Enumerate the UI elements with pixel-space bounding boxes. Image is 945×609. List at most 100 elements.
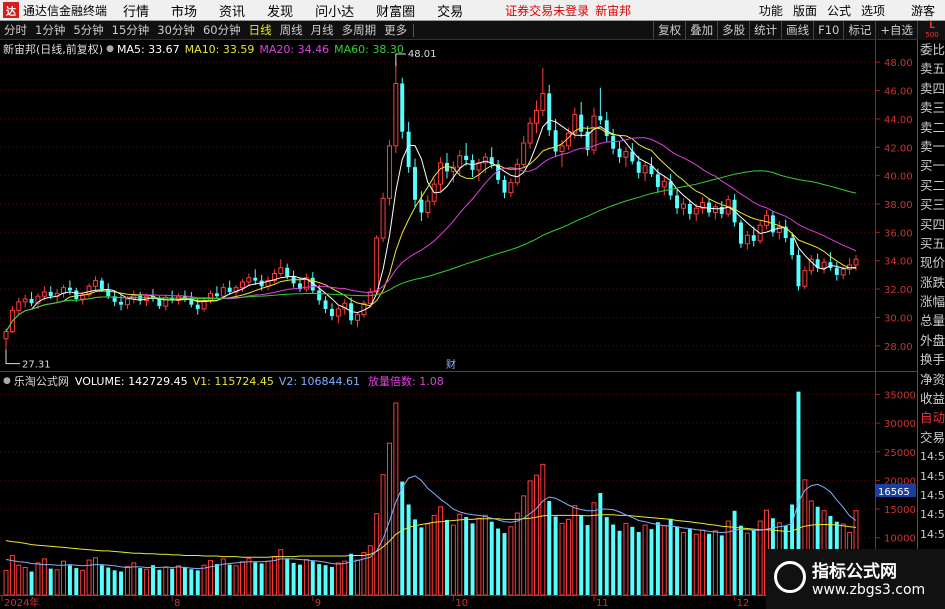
quote-row[interactable]: 现价: [918, 253, 945, 272]
menu-item-caifuquan[interactable]: 财富圈: [376, 1, 415, 20]
volume-bar-up: [335, 562, 341, 596]
period-30min[interactable]: 30分钟: [153, 22, 199, 38]
period-toolbar: 分时 1分钟 5分钟 15分钟 30分钟 60分钟 日线 周线 月线 多周期 更…: [0, 15, 945, 45]
period-weekly[interactable]: 周线: [276, 22, 307, 38]
candle-body-down: [598, 116, 603, 121]
candle-body-down: [655, 174, 660, 187]
menu-item-zixun[interactable]: 资讯: [219, 1, 245, 20]
period-1min[interactable]: 1分钟: [31, 22, 69, 38]
quote-row[interactable]: 收益: [918, 389, 945, 408]
stock-name-title: 新宙邦: [595, 3, 632, 18]
quote-row[interactable]: 总量: [918, 311, 945, 330]
f10-button[interactable]: F10: [813, 21, 843, 39]
price-tick-label: 30.00: [884, 313, 913, 324]
candle-body-down: [157, 299, 162, 307]
quote-row[interactable]: 委比: [918, 40, 945, 59]
menu-item-hangqing[interactable]: 行情: [123, 1, 149, 20]
quote-row[interactable]: 卖三: [918, 98, 945, 117]
date-label: 2024年: [4, 596, 39, 609]
fuquan-button[interactable]: 复权: [653, 21, 685, 39]
quote-row[interactable]: 买三: [918, 195, 945, 214]
tongji-button[interactable]: 统计: [749, 21, 781, 39]
menu-item-faxian[interactable]: 发现: [267, 1, 293, 20]
quote-row[interactable]: 自动: [918, 408, 945, 427]
candle-body-up: [457, 155, 463, 168]
period-60min[interactable]: 60分钟: [199, 22, 245, 38]
candle-body-down: [29, 299, 34, 304]
quote-row[interactable]: 买二: [918, 176, 945, 195]
volume-bar-down: [317, 564, 322, 595]
period-15min[interactable]: 15分钟: [108, 22, 154, 38]
candle-body-down: [253, 277, 258, 281]
quote-row[interactable]: 14:56: [918, 447, 945, 466]
quote-row[interactable]: 外盘: [918, 331, 945, 350]
period-multi[interactable]: 多周期: [338, 22, 381, 38]
quote-row[interactable]: 14:56: [918, 467, 945, 486]
volume-bar-down: [611, 524, 616, 595]
candle-body-down: [48, 291, 53, 297]
menu-item-banmian[interactable]: 版面: [793, 2, 817, 19]
quote-row[interactable]: 交易: [918, 428, 945, 447]
quote-row[interactable]: 卖一: [918, 137, 945, 156]
volume-bar-up: [374, 513, 380, 596]
volume-bar-down: [444, 519, 449, 595]
period-monthly[interactable]: 月线: [307, 22, 338, 38]
quote-row[interactable]: 买一: [918, 156, 945, 175]
quote-row[interactable]: 买五: [918, 234, 945, 253]
candle-body-up: [533, 109, 539, 124]
candle-body-up: [355, 314, 360, 321]
quote-row[interactable]: 14:56: [918, 525, 945, 544]
trade-login-warning[interactable]: 证券交易未登录: [505, 2, 589, 19]
quote-row[interactable]: 14:56: [918, 505, 945, 524]
volume-bar-up: [425, 523, 431, 596]
volume-bar-down: [419, 527, 424, 595]
quote-row[interactable]: 卖二: [918, 118, 945, 137]
volume-bar-down: [170, 568, 175, 595]
candle-body-up: [41, 291, 47, 297]
duogu-button[interactable]: 多股: [717, 21, 749, 39]
volume-bar-up: [265, 560, 271, 596]
kline-chart[interactable]: 48.00 46.00 44.00 42.00 40.00 38.00 36.00 34.00…: [0, 40, 917, 609]
candle-body-down: [214, 293, 219, 297]
volume-bar-up: [533, 474, 539, 596]
volume-bar-up: [700, 529, 706, 596]
diejia-button[interactable]: 叠加: [685, 21, 717, 39]
volume-bar-up: [540, 463, 546, 596]
period-daily[interactable]: 日线: [245, 22, 276, 38]
quote-row[interactable]: 净资: [918, 370, 945, 389]
volume-bar-up: [527, 480, 533, 596]
candle-body-up: [514, 163, 520, 184]
candle-body-up: [540, 92, 546, 111]
quote-row[interactable]: 卖五: [918, 59, 945, 78]
volume-bar-up: [661, 525, 667, 596]
volume-bar-up: [572, 505, 578, 596]
period-5min[interactable]: 5分钟: [69, 22, 107, 38]
huaxian-button[interactable]: 画线: [781, 21, 813, 39]
volume-bar-up: [303, 558, 309, 596]
quote-row[interactable]: 换手: [918, 350, 945, 369]
menu-item-gongneng[interactable]: 功能: [759, 2, 783, 19]
add-favorite-button[interactable]: +自选: [875, 21, 917, 39]
quote-row[interactable]: 14:56: [918, 486, 945, 505]
candle-body-down: [828, 262, 833, 268]
quote-depth-toggle[interactable]: L 500: [918, 21, 945, 40]
price-tick-label: 44.00: [884, 115, 913, 126]
quote-row[interactable]: 买四: [918, 215, 945, 234]
quote-row[interactable]: 涨幅: [918, 292, 945, 311]
period-more[interactable]: 更多: [380, 22, 411, 38]
period-fenshi[interactable]: 分时: [0, 22, 31, 38]
volume-bar-down: [470, 523, 475, 595]
finance-event-marker[interactable]: 财: [446, 358, 456, 371]
quote-row[interactable]: 涨跌: [918, 273, 945, 292]
menu-item-gongshi[interactable]: 公式: [827, 2, 851, 19]
volume-tick-label: 15000: [884, 505, 916, 516]
candle-body-up: [642, 165, 648, 174]
candle-body-down: [617, 148, 622, 158]
quote-row[interactable]: 卖四: [918, 79, 945, 98]
menu-item-shichang[interactable]: 市场: [171, 1, 197, 20]
menu-item-wenxiaoda[interactable]: 问小达: [315, 1, 354, 20]
menu-item-xuanxiang[interactable]: 选项: [861, 2, 885, 19]
biaoji-button[interactable]: 标记: [843, 21, 875, 39]
menu-item-jiaoyi[interactable]: 交易: [437, 1, 463, 20]
volume-bar-up: [131, 562, 137, 596]
